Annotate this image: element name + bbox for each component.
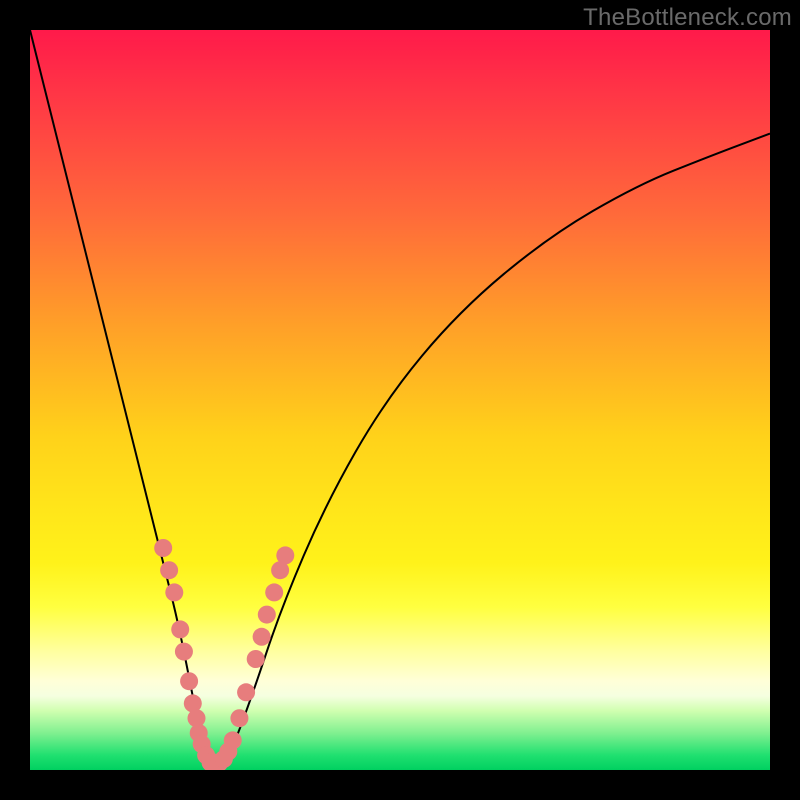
curve-marker bbox=[230, 709, 248, 727]
curve-marker bbox=[180, 672, 198, 690]
curve-marker bbox=[175, 643, 193, 661]
curve-marker bbox=[258, 606, 276, 624]
curve-svg bbox=[30, 30, 770, 770]
curve-marker bbox=[160, 561, 178, 579]
curve-marker bbox=[253, 628, 271, 646]
curve-marker bbox=[276, 546, 294, 564]
curve-marker bbox=[237, 683, 255, 701]
bottleneck-curve bbox=[30, 30, 770, 766]
plot-area bbox=[30, 30, 770, 770]
curve-marker bbox=[171, 620, 189, 638]
source-watermark: TheBottleneck.com bbox=[583, 4, 792, 32]
curve-markers bbox=[154, 539, 294, 770]
chart-container: TheBottleneck.com bbox=[0, 0, 800, 800]
curve-marker bbox=[165, 583, 183, 601]
curve-marker bbox=[247, 650, 265, 668]
curve-marker bbox=[265, 583, 283, 601]
curve-marker bbox=[154, 539, 172, 557]
curve-marker bbox=[224, 731, 242, 749]
